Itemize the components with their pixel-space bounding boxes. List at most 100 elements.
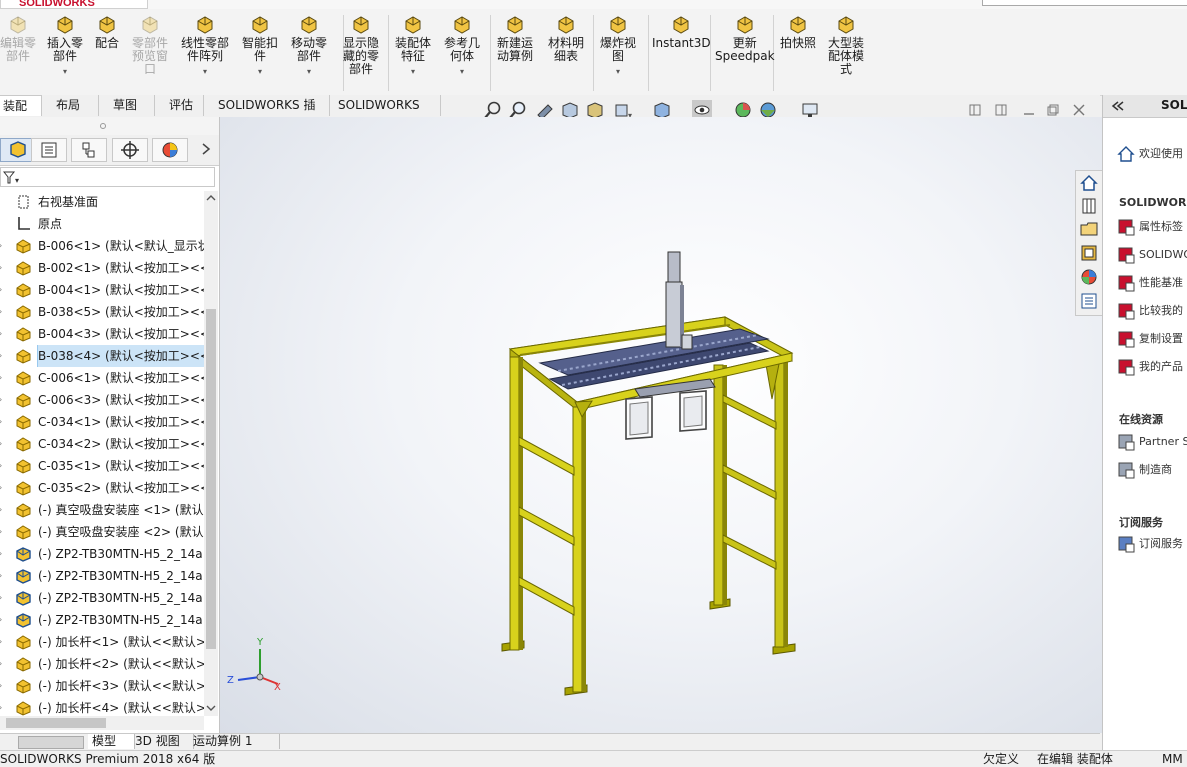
- close-icon[interactable]: [1072, 103, 1086, 117]
- search-input[interactable]: [982, 0, 1187, 6]
- task-pane-link[interactable]: 比较我的: [1117, 302, 1183, 320]
- dropdown-arrow-icon[interactable]: ▾: [411, 65, 415, 78]
- tree-vertical-scrollbar[interactable]: [204, 191, 218, 716]
- tab-5[interactable]: SOLIDWORKS MBD: [332, 95, 441, 133]
- tree-item[interactable]: › C-006<1> (默认<按加工><<: [0, 367, 204, 389]
- ribbon-button-update-speedpak[interactable]: 更新 Speedpak: [715, 13, 775, 63]
- expand-arrow-icon[interactable]: ›: [0, 301, 5, 323]
- tree-item[interactable]: › (-) ZP2-TB30MTN-H5_2_14a: [0, 587, 204, 609]
- tree-item[interactable]: › B-038<5> (默认<按加工><<: [0, 301, 204, 323]
- graphics-area[interactable]: Y Z X: [220, 117, 1102, 733]
- tile-left-icon[interactable]: [968, 103, 982, 117]
- tree-item[interactable]: › (-) ZP2-TB30MTN-H5_2_14a: [0, 565, 204, 587]
- task-pane-link[interactable]: 复制设置: [1117, 330, 1183, 348]
- tree-filter[interactable]: ▾: [0, 167, 215, 187]
- tree-item[interactable]: › (-) 真空吸盘安装座 <2> (默认: [0, 521, 204, 543]
- tree-item[interactable]: › (-) 加长杆<2> (默认<<默认>_: [0, 653, 204, 675]
- expand-arrow-icon[interactable]: ›: [0, 543, 5, 565]
- bottom-tab-1[interactable]: 3D 视图: [131, 734, 194, 749]
- expand-arrow-icon[interactable]: ›: [0, 433, 5, 455]
- tree-item[interactable]: › B-038<4> (默认<按加工><<: [0, 345, 204, 367]
- tree-item[interactable]: › B-006<1> (默认<默认_显示状: [0, 235, 204, 257]
- tab-0[interactable]: 装配体: [0, 95, 42, 134]
- expand-arrow-icon[interactable]: ›: [0, 323, 5, 345]
- ribbon-button-preview-window[interactable]: 零部件 预览窗 口: [132, 13, 168, 76]
- ribbon-button-edit-component[interactable]: 编辑零 部件: [0, 13, 36, 63]
- expand-arrow-icon[interactable]: ›: [0, 609, 5, 631]
- tree-item[interactable]: › (-) 加长杆<3> (默认<<默认>_: [0, 675, 204, 697]
- tree-item[interactable]: › C-006<3> (默认<按加工><<: [0, 389, 204, 411]
- collapse-pane-icon[interactable]: [1111, 100, 1125, 112]
- bottom-tab-0[interactable]: 模型: [88, 734, 135, 749]
- scrollbar-thumb[interactable]: [6, 718, 106, 728]
- tree-item[interactable]: › C-034<1> (默认<按加工><<: [0, 411, 204, 433]
- task-pane-link[interactable]: 我的产品: [1117, 358, 1183, 376]
- ribbon-button-take-snapshot[interactable]: 拍快照: [780, 13, 816, 50]
- tree-item[interactable]: › (-) 加长杆<4> (默认<<默认>: [0, 697, 204, 716]
- ribbon-button-new-motion-study[interactable]: 新建运 动算例: [497, 13, 533, 63]
- dropdown-arrow-icon[interactable]: ▾: [307, 65, 311, 78]
- tab-3[interactable]: 评估: [163, 95, 204, 116]
- expand-arrow-icon[interactable]: ›: [0, 565, 5, 587]
- dimxpert-manager-tab[interactable]: [112, 138, 148, 162]
- task-pane-link[interactable]: 制造商: [1117, 461, 1172, 479]
- tree-item[interactable]: › (-) 加长杆<1> (默认<<默认>_: [0, 631, 204, 653]
- expand-arrow-icon[interactable]: ›: [0, 389, 5, 411]
- dropdown-arrow-icon[interactable]: ▾: [616, 65, 620, 78]
- ribbon-button-assembly-feature[interactable]: 装配体 特征 ▾: [395, 13, 431, 78]
- welcome-link[interactable]: 欢迎使用: [1117, 145, 1183, 163]
- tree-item[interactable]: › (-) ZP2-TB30MTN-H5_2_14a: [0, 609, 204, 631]
- ribbon-button-reference-geometry[interactable]: 参考几 何体 ▾: [444, 13, 480, 78]
- expand-arrow-icon[interactable]: ›: [0, 279, 5, 301]
- ribbon-button-linear-pattern[interactable]: 线性零部 件阵列 ▾: [181, 13, 229, 78]
- ribbon-button-insert-component[interactable]: 插入零 部件 ▾: [47, 13, 83, 78]
- tab-2[interactable]: 草图: [107, 95, 155, 116]
- file-explorer-icon[interactable]: [1079, 219, 1099, 239]
- tree-item[interactable]: › (-) 真空吸盘安装座 <1> (默认: [0, 499, 204, 521]
- appearances-icon[interactable]: [1079, 267, 1099, 287]
- tree-horizontal-scrollbar[interactable]: [0, 716, 204, 730]
- ribbon-button-large-assembly[interactable]: 大型装 配体模 式: [828, 13, 864, 76]
- task-pane-link[interactable]: 属性标签: [1117, 218, 1183, 236]
- scroll-up-icon[interactable]: [206, 193, 216, 203]
- expand-arrow-icon[interactable]: ›: [0, 653, 5, 675]
- expand-arrow-icon[interactable]: ›: [0, 345, 5, 367]
- design-library-icon[interactable]: [1079, 196, 1099, 216]
- ribbon-button-move-component[interactable]: 移动零 部件 ▾: [291, 13, 327, 78]
- expand-arrow-icon[interactable]: ›: [0, 675, 5, 697]
- expand-arrow-icon[interactable]: ›: [0, 521, 5, 543]
- expand-arrow-icon[interactable]: ›: [0, 697, 5, 716]
- tree-item[interactable]: › C-035<2> (默认<按加工><<: [0, 477, 204, 499]
- expand-arrow-icon[interactable]: ›: [0, 477, 5, 499]
- expand-arrow-icon[interactable]: ›: [0, 499, 5, 521]
- dropdown-arrow-icon[interactable]: ▾: [63, 65, 67, 78]
- minimize-icon[interactable]: [1022, 103, 1036, 117]
- tabs-scroll-right-icon[interactable]: [200, 142, 212, 156]
- expand-arrow-icon[interactable]: ›: [0, 455, 5, 477]
- panel-grip[interactable]: [0, 117, 219, 135]
- dropdown-arrow-icon[interactable]: ▾: [258, 65, 262, 78]
- tree-item[interactable]: › C-035<1> (默认<按加工><<: [0, 455, 204, 477]
- tab-scroll-buttons[interactable]: [18, 736, 84, 749]
- bottom-tab-2[interactable]: 运动算例 1: [189, 734, 280, 749]
- tree-item[interactable]: › C-034<2> (默认<按加工><<: [0, 433, 204, 455]
- task-pane-link[interactable]: SOLIDWO: [1117, 246, 1187, 264]
- restore-icon[interactable]: [1046, 103, 1060, 117]
- ribbon-button-instant3d[interactable]: Instant3D: [652, 13, 711, 50]
- view-palette-icon[interactable]: [1079, 243, 1099, 263]
- tree-item[interactable]: › B-002<1> (默认<按加工><<: [0, 257, 204, 279]
- task-pane-link[interactable]: 订阅服务: [1117, 535, 1183, 553]
- ribbon-button-smart-fastener[interactable]: 智能扣 件 ▾: [242, 13, 278, 78]
- tree-item[interactable]: 右视基准面: [0, 191, 204, 213]
- tab-1[interactable]: 布局: [50, 95, 99, 116]
- tree-item[interactable]: › B-004<1> (默认<按加工><<: [0, 279, 204, 301]
- configuration-manager-tab[interactable]: [71, 138, 107, 162]
- ribbon-button-bill-of-materials[interactable]: 材料明 细表: [548, 13, 584, 63]
- dropdown-arrow-icon[interactable]: ▾: [203, 65, 207, 78]
- scroll-down-icon[interactable]: [206, 703, 216, 713]
- scrollbar-thumb[interactable]: [206, 309, 216, 649]
- property-manager-tab[interactable]: [31, 138, 67, 162]
- custom-properties-icon[interactable]: [1079, 291, 1099, 311]
- ribbon-button-show-hidden[interactable]: 显示隐 藏的零 部件: [343, 13, 379, 76]
- tree-item[interactable]: › B-004<3> (默认<按加工><<: [0, 323, 204, 345]
